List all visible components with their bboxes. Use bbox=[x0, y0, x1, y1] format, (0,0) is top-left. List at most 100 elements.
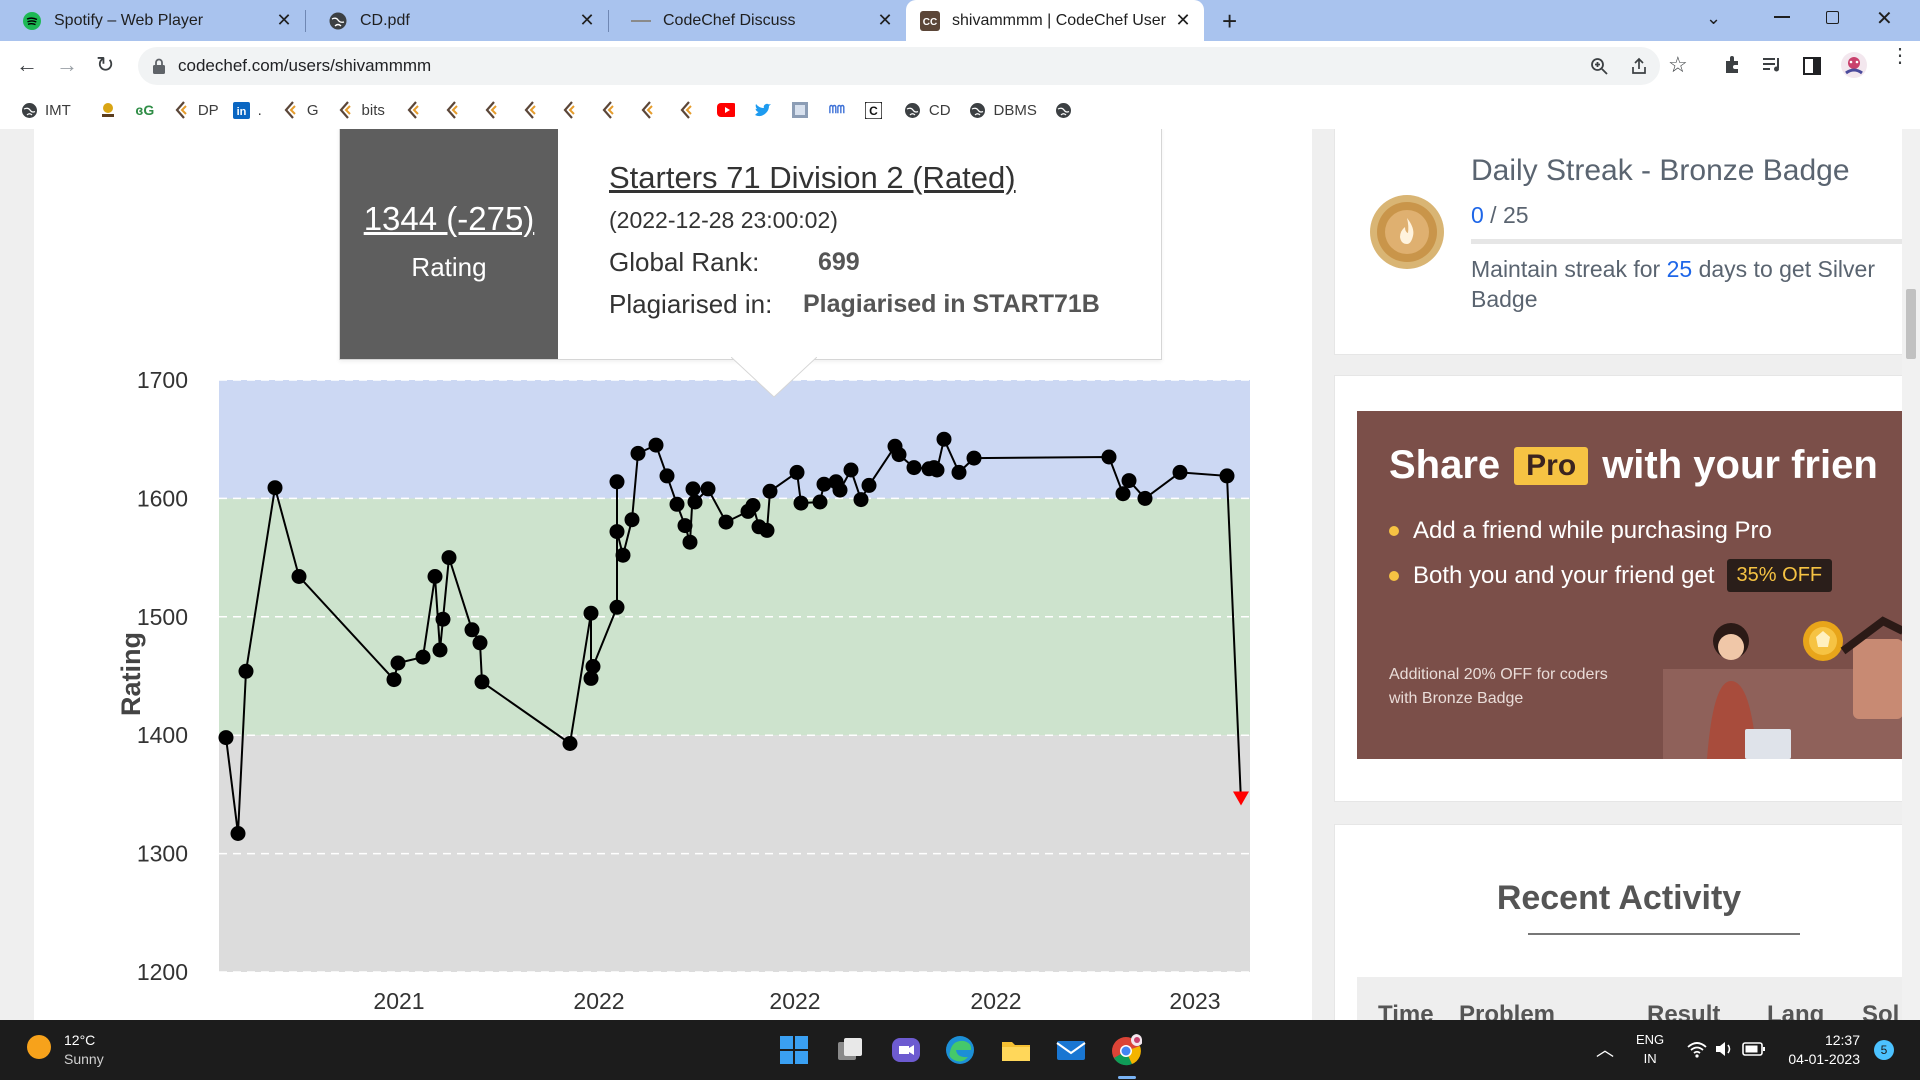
tooltip-contest-link[interactable]: Starters 71 Division 2 (Rated) bbox=[609, 160, 1016, 196]
rating-point[interactable] bbox=[464, 622, 480, 638]
rating-point[interactable] bbox=[386, 672, 402, 688]
rating-point[interactable] bbox=[609, 524, 625, 540]
new-tab-button[interactable]: + bbox=[1222, 6, 1237, 37]
address-bar[interactable]: codechef.com/users/shivammmm ☆ bbox=[138, 47, 1688, 85]
rating-point[interactable] bbox=[562, 736, 578, 751]
wifi-icon[interactable] bbox=[1686, 1040, 1708, 1058]
side-panel-icon[interactable] bbox=[1803, 57, 1821, 75]
rating-point[interactable] bbox=[474, 674, 490, 690]
rating-point[interactable] bbox=[793, 495, 809, 511]
bookmark-item[interactable] bbox=[522, 101, 547, 119]
rating-point[interactable] bbox=[427, 569, 443, 584]
chrome-icon[interactable] bbox=[1110, 1034, 1142, 1066]
rating-point[interactable] bbox=[441, 550, 457, 566]
bookmark-item[interactable] bbox=[561, 101, 586, 119]
close-icon[interactable]: ✕ bbox=[271, 10, 297, 31]
rating-point[interactable] bbox=[609, 474, 625, 490]
rating-point[interactable] bbox=[609, 599, 625, 615]
zoom-icon[interactable] bbox=[1590, 57, 1608, 75]
bookmark-item[interactable] bbox=[791, 101, 816, 119]
bookmark-item[interactable] bbox=[678, 101, 703, 119]
task-view-icon[interactable] bbox=[834, 1034, 866, 1066]
column-header-time[interactable]: Time bbox=[1378, 1001, 1434, 1020]
bookmark-item[interactable]: in . bbox=[233, 101, 262, 119]
close-window-button[interactable]: ✕ bbox=[1876, 6, 1893, 31]
close-icon[interactable]: ✕ bbox=[1170, 10, 1196, 31]
rating-point[interactable] bbox=[218, 730, 234, 746]
star-icon[interactable]: ☆ bbox=[1668, 52, 1688, 78]
rating-point[interactable] bbox=[1121, 473, 1137, 489]
bookmark-item[interactable] bbox=[639, 101, 664, 119]
rating-point[interactable] bbox=[1137, 490, 1153, 506]
bookmark-item[interactable]: CD bbox=[904, 101, 951, 119]
rating-point[interactable] bbox=[759, 522, 775, 538]
rating-point[interactable] bbox=[291, 569, 307, 584]
avatar[interactable] bbox=[1840, 51, 1868, 79]
rating-point[interactable] bbox=[966, 450, 982, 466]
bookmark-item[interactable] bbox=[405, 101, 430, 119]
rating-point[interactable] bbox=[762, 483, 778, 499]
file-explorer-icon[interactable] bbox=[1000, 1034, 1032, 1066]
column-header-sol[interactable]: Sol bbox=[1862, 1001, 1899, 1020]
rating-point[interactable] bbox=[832, 482, 848, 498]
windows-start-icon[interactable] bbox=[778, 1034, 810, 1066]
back-button[interactable]: ← bbox=[16, 52, 38, 78]
bookmark-item[interactable]: DP bbox=[173, 101, 219, 119]
sun-icon[interactable] bbox=[26, 1034, 52, 1060]
rating-point[interactable] bbox=[1172, 464, 1188, 480]
rating-point[interactable] bbox=[685, 481, 701, 497]
bookmark-item[interactable] bbox=[483, 101, 508, 119]
volume-icon[interactable] bbox=[1714, 1040, 1734, 1058]
rating-point[interactable] bbox=[669, 496, 685, 512]
rating-point[interactable] bbox=[585, 659, 601, 674]
rating-point[interactable] bbox=[1115, 486, 1131, 502]
weather-temp[interactable]: 12°C bbox=[64, 1032, 95, 1048]
column-header-lang[interactable]: Lang bbox=[1767, 1001, 1824, 1020]
tab-codechef-discuss[interactable]: CodeChef Discuss ✕ bbox=[609, 0, 906, 41]
rating-point[interactable] bbox=[390, 655, 406, 671]
forward-button[interactable]: → bbox=[56, 52, 78, 78]
bookmark-item[interactable] bbox=[716, 101, 742, 119]
rating-point[interactable] bbox=[1101, 449, 1117, 465]
bookmark-item[interactable] bbox=[1055, 101, 1080, 119]
tooltip-rating-change[interactable]: 1344 (-275) bbox=[340, 200, 558, 238]
extensions-icon[interactable] bbox=[1722, 55, 1742, 75]
chevron-up-icon[interactable]: ︿ bbox=[1596, 1036, 1614, 1062]
share-icon[interactable] bbox=[1630, 57, 1648, 75]
edge-icon[interactable] bbox=[944, 1034, 976, 1066]
bookmark-item[interactable]: bits bbox=[337, 101, 385, 119]
rating-point[interactable] bbox=[853, 492, 869, 508]
language-indicator[interactable]: ENG IN bbox=[1636, 1032, 1664, 1066]
bookmark-item[interactable] bbox=[754, 101, 779, 119]
bookmark-item[interactable] bbox=[600, 101, 625, 119]
bookmark-item[interactable]: G bbox=[282, 101, 319, 119]
column-header-result[interactable]: Result bbox=[1647, 1001, 1720, 1020]
rating-point[interactable] bbox=[936, 431, 952, 447]
scrollbar-thumb[interactable] bbox=[1906, 289, 1916, 359]
rating-point[interactable] bbox=[624, 512, 640, 528]
rating-point[interactable] bbox=[415, 649, 431, 665]
bookmark-item[interactable]: ᗰᗰ bbox=[828, 101, 853, 119]
clock[interactable]: 12:37 04-01-2023 bbox=[1782, 1032, 1860, 1067]
rating-point[interactable] bbox=[812, 494, 828, 510]
rating-point[interactable] bbox=[951, 464, 967, 480]
rating-point[interactable] bbox=[1219, 468, 1235, 484]
weather-condition[interactable]: Sunny bbox=[64, 1051, 104, 1067]
rating-point[interactable] bbox=[435, 611, 451, 627]
rating-point[interactable] bbox=[700, 481, 716, 497]
reading-list-icon[interactable] bbox=[1762, 56, 1782, 74]
rating-point[interactable] bbox=[630, 445, 646, 461]
rating-point[interactable] bbox=[745, 498, 761, 513]
bookmark-item[interactable]: DBMS bbox=[969, 101, 1037, 119]
tab-spotify[interactable]: Spotify – Web Player ✕ bbox=[0, 0, 305, 41]
tab-codechef-profile[interactable]: CC shivammmm | CodeChef User Pr ✕ bbox=[906, 0, 1204, 41]
rating-point[interactable] bbox=[648, 437, 664, 453]
menu-icon[interactable]: ⋮ bbox=[1890, 46, 1910, 66]
rating-point[interactable] bbox=[238, 663, 254, 679]
bookmark-item[interactable]: C bbox=[865, 101, 890, 119]
rating-point[interactable] bbox=[659, 468, 675, 484]
rating-point[interactable] bbox=[230, 826, 246, 841]
promo-banner[interactable]: Share Pro with your frien Add a friend w… bbox=[1357, 411, 1903, 759]
teams-chat-icon[interactable] bbox=[890, 1034, 922, 1066]
rating-point[interactable] bbox=[789, 464, 805, 480]
